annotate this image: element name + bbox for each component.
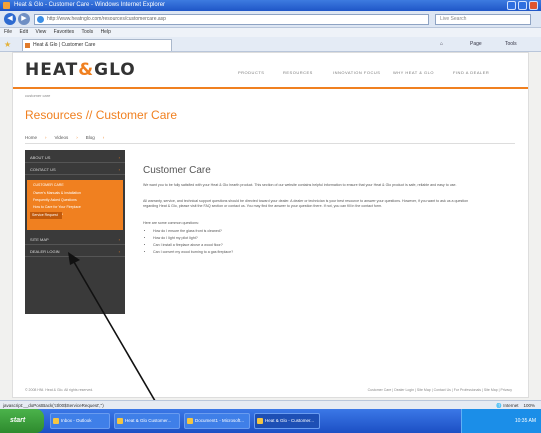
outlook-icon: [53, 418, 59, 424]
menu-help[interactable]: Help: [101, 29, 111, 35]
address-bar[interactable]: http://www.heatnglo.com/resources/custom…: [34, 14, 429, 25]
command-page[interactable]: Page: [470, 40, 482, 49]
footer-link[interactable]: Customer Care: [368, 388, 392, 392]
common-questions-label: Here are some common questions:: [143, 221, 199, 225]
sidebar-sub-service-request[interactable]: Service Request: [32, 213, 58, 217]
content-title: Customer Care: [143, 165, 211, 176]
topnav-products[interactable]: PRODUCTS: [238, 70, 264, 75]
menu-edit[interactable]: Edit: [19, 29, 28, 35]
heat-glo-logo[interactable]: HEAT&GLO: [25, 60, 136, 80]
site-favicon-icon: [25, 43, 30, 48]
footer-links: Customer Care | Dealer Login | Site Map …: [367, 388, 512, 392]
command-tools[interactable]: Tools: [505, 40, 517, 49]
taskbar-item-heatglo-2[interactable]: Heat & Glo - Customer...: [254, 413, 320, 429]
menu-tools[interactable]: Tools: [81, 29, 93, 35]
sidebar-item-dealer-login[interactable]: DEALER LOGIN ›: [25, 246, 125, 257]
tab-bar: ★ Heat & Glo | Customer Care ⌂ Page Tool…: [0, 37, 541, 52]
breadcrumb[interactable]: customer care: [25, 93, 50, 98]
window-title: Heat & Glo - Customer Care - Windows Int…: [14, 2, 166, 8]
list-item[interactable]: How do I light my pilot light?: [153, 235, 447, 242]
address-text: http://www.heatnglo.com/resources/custom…: [47, 16, 166, 22]
intro-paragraph: We want you to be fully satisfied with y…: [143, 183, 457, 187]
internet-zone-icon: 🌐: [496, 403, 502, 408]
footer-link[interactable]: Privacy: [501, 388, 512, 392]
forward-button[interactable]: ▶: [18, 13, 30, 25]
list-item[interactable]: Can I install a fireplace above a wood f…: [153, 242, 447, 249]
ie-page-icon: [37, 16, 44, 23]
list-item[interactable]: Can I convert my wood burning to a gas f…: [153, 249, 447, 256]
taskbar-item-heatglo-1[interactable]: Heat & Glo Customer...: [114, 413, 180, 429]
back-button[interactable]: ◀: [4, 13, 16, 25]
sidebar-active-label: CUSTOMER CARE: [33, 183, 64, 187]
sidebar-item-about[interactable]: ABOUT US ›: [25, 152, 125, 163]
menu-file[interactable]: File: [4, 29, 12, 35]
subnav-divider: [25, 143, 515, 144]
ie-icon: [117, 418, 123, 424]
home-icon[interactable]: ⌂: [440, 40, 443, 49]
system-tray: 10:35 AM: [461, 409, 541, 433]
list-item[interactable]: How do I ensure the glass front is clean…: [153, 228, 447, 235]
search-input[interactable]: Live Search: [435, 14, 531, 25]
footer-link[interactable]: Site Map: [484, 388, 498, 392]
browser-navigation-bar: ◀ ▶ http://www.heatnglo.com/resources/cu…: [0, 11, 541, 28]
start-button[interactable]: start: [0, 409, 44, 433]
ie-icon: [257, 418, 263, 424]
status-text: javascript:__doPostBack('ctl00$ServiceRe…: [3, 403, 104, 408]
footer-link[interactable]: Site Map: [417, 388, 431, 392]
maximize-button[interactable]: [518, 1, 527, 10]
page-title: Resources // Customer Care: [25, 108, 178, 122]
favorites-star-icon[interactable]: ★: [4, 40, 11, 50]
questions-list: How do I ensure the glass front is clean…: [147, 228, 447, 256]
windows-taskbar: start Inbox - Outlook Heat & Glo Custome…: [0, 409, 541, 433]
menu-bar: File Edit View Favorites Tools Help: [0, 28, 541, 37]
sidebar-nav: ABOUT US › CONTACT US › CUSTOMER CARE Owne…: [25, 150, 125, 314]
tab-heat-glo[interactable]: Heat & Glo | Customer Care: [22, 39, 172, 51]
ie-window-icon: [3, 2, 10, 9]
sub-navigation: Home › Videos › Blog ›: [25, 135, 105, 140]
topnav-why[interactable]: WHY HEAT & GLO: [393, 70, 434, 75]
topnav-resources[interactable]: RESOURCES: [283, 70, 313, 75]
zoom-level[interactable]: 100%: [523, 403, 535, 408]
topnav-innovation[interactable]: INNOVATION FOCUS: [333, 70, 380, 75]
footer-link[interactable]: Contact Us: [434, 388, 451, 392]
sidebar-sub-care[interactable]: How to Care for Your Fireplace: [33, 205, 81, 209]
sidebar-item-sitemap[interactable]: SITE MAP ›: [25, 234, 125, 245]
clock[interactable]: 10:35 AM: [515, 418, 536, 424]
sidebar-item-customer-care[interactable]: CUSTOMER CARE Owner's Manuals & Installa…: [27, 180, 123, 230]
minimize-button[interactable]: [507, 1, 516, 10]
taskbar-item-word[interactable]: Document1 - Microsoft...: [184, 413, 250, 429]
subnav-home[interactable]: Home: [25, 135, 37, 140]
taskbar-item-outlook[interactable]: Inbox - Outlook: [50, 413, 110, 429]
footer-link[interactable]: Dealer Login: [394, 388, 414, 392]
site-container: HEAT&GLO PRODUCTS RESOURCES INNOVATION F…: [12, 52, 529, 398]
sidebar-sub-manuals[interactable]: Owner's Manuals & Installation: [33, 191, 81, 195]
status-bar: javascript:__doPostBack('ctl00$ServiceRe…: [0, 400, 541, 409]
tab-label: Heat & Glo | Customer Care: [33, 42, 96, 48]
window-title-bar: Heat & Glo - Customer Care - Windows Int…: [0, 0, 541, 11]
header-divider: [13, 87, 528, 89]
footer-link[interactable]: For Professionals: [454, 388, 481, 392]
close-button[interactable]: [529, 1, 538, 10]
subnav-videos[interactable]: Videos: [55, 135, 69, 140]
window-controls: [507, 1, 538, 10]
menu-favorites[interactable]: Favorites: [54, 29, 75, 35]
topnav-dealer[interactable]: FIND A DEALER: [453, 70, 489, 75]
subnav-blog[interactable]: Blog: [86, 135, 95, 140]
menu-view[interactable]: View: [35, 29, 46, 35]
sidebar-item-contact[interactable]: CONTACT US ›: [25, 164, 125, 175]
zone-label: Internet: [503, 403, 519, 408]
sidebar-sub-faq[interactable]: Frequently Asked Questions: [33, 198, 77, 202]
flame-icon: &: [78, 60, 95, 80]
word-icon: [187, 418, 193, 424]
browser-viewport: HEAT&GLO PRODUCTS RESOURCES INNOVATION F…: [0, 52, 541, 400]
support-paragraph: All warranty, service, and technical sup…: [143, 199, 469, 208]
